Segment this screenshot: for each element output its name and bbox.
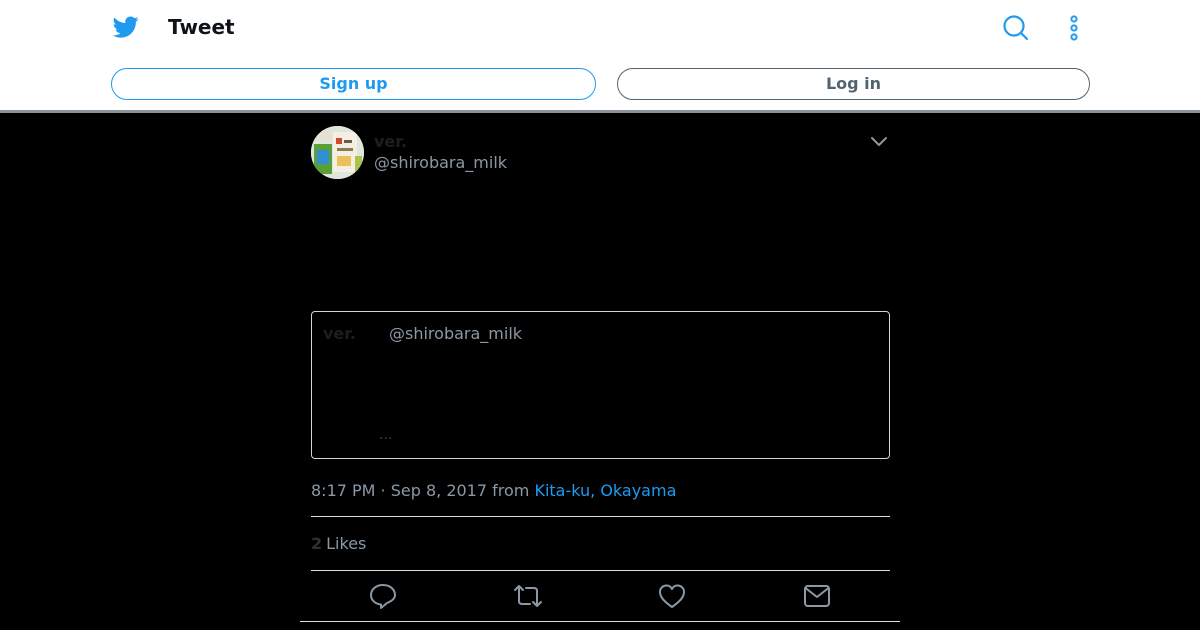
quoted-handle: @shirobara_milk bbox=[389, 324, 523, 343]
timestamp-text: 8:17 PM · Sep 8, 2017 from bbox=[311, 481, 535, 500]
avatar[interactable] bbox=[311, 126, 364, 179]
quoted-tweet[interactable]: ver. @shirobara_milk ... bbox=[311, 311, 890, 459]
location-link[interactable]: Kita-ku, Okayama bbox=[534, 481, 676, 500]
author-handle[interactable]: @shirobara_milk bbox=[374, 153, 507, 172]
quoted-display-name: ver. bbox=[323, 324, 356, 343]
search-icon[interactable] bbox=[1002, 14, 1030, 42]
divider bbox=[300, 621, 900, 622]
reply-icon[interactable] bbox=[368, 581, 398, 611]
sign-up-button[interactable]: Sign up bbox=[111, 68, 596, 100]
avatar-image bbox=[311, 126, 364, 179]
log-in-button[interactable]: Log in bbox=[617, 68, 1090, 100]
share-mail-icon[interactable] bbox=[802, 581, 832, 611]
page-title: Tweet bbox=[168, 15, 235, 39]
quoted-truncation: ... bbox=[379, 427, 393, 443]
likes-count[interactable]: 2 Likes bbox=[311, 534, 366, 553]
likes-number: 2 bbox=[311, 534, 323, 553]
divider bbox=[311, 570, 890, 571]
tweet-timestamp: 8:17 PM · Sep 8, 2017 from Kita-ku, Okay… bbox=[311, 481, 676, 500]
author-display-name[interactable]: ver. bbox=[374, 132, 407, 151]
more-vertical-icon[interactable] bbox=[1060, 14, 1088, 42]
like-icon[interactable] bbox=[657, 581, 687, 611]
retweet-icon[interactable] bbox=[513, 581, 543, 611]
top-header: Tweet Sign up Log in bbox=[0, 0, 1200, 113]
likes-label: Likes bbox=[326, 534, 367, 553]
twitter-bird-icon[interactable] bbox=[111, 14, 141, 40]
chevron-down-icon[interactable] bbox=[868, 130, 890, 152]
divider bbox=[311, 516, 890, 517]
